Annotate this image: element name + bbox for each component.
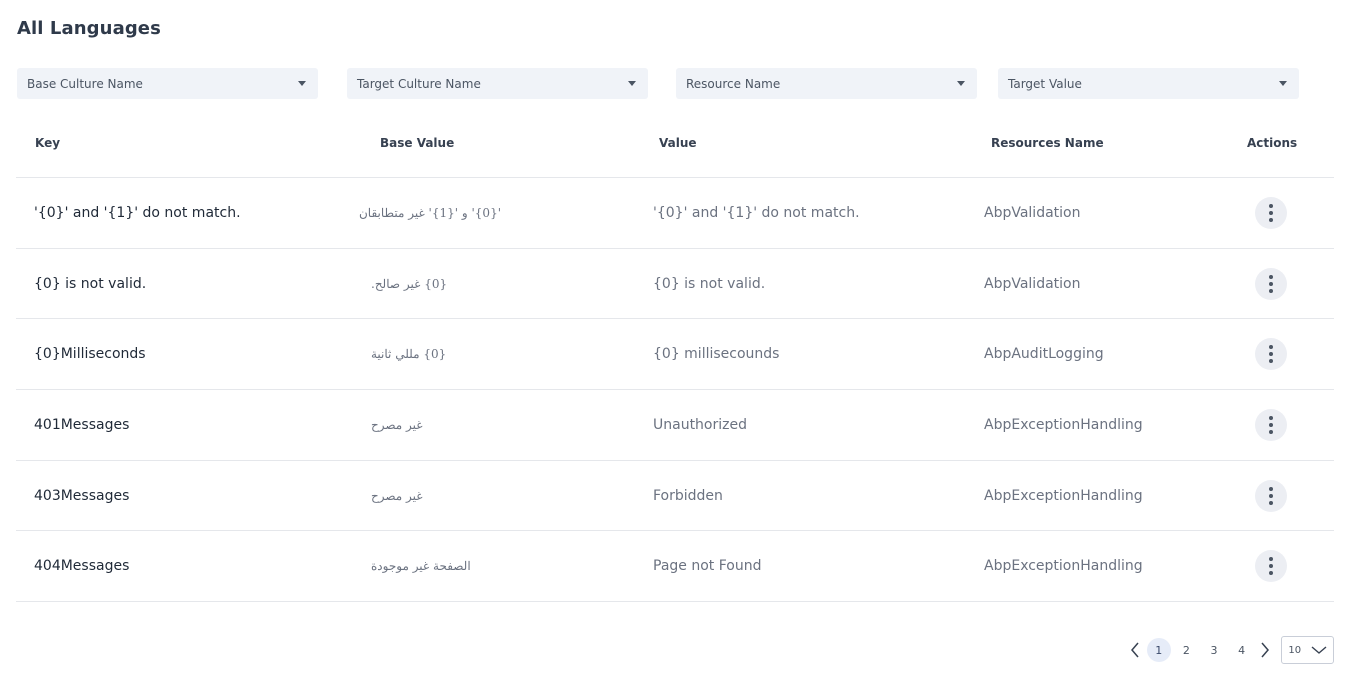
more-vertical-icon (1269, 203, 1273, 222)
pagination: 1 2 3 4 10 (1125, 636, 1335, 664)
cell-base-value: غير مصرح (371, 488, 423, 503)
base-culture-name-placeholder: Base Culture Name (27, 76, 143, 91)
cell-value: Unauthorized (653, 416, 747, 433)
chevron-left-icon (1131, 642, 1139, 658)
chevron-down-icon (1311, 646, 1327, 654)
cell-resource-name: AbpExceptionHandling (984, 416, 1143, 433)
target-culture-name-placeholder: Target Culture Name (357, 76, 481, 91)
cell-base-value: غير مصرح (371, 417, 423, 432)
row-actions-button[interactable] (1255, 479, 1287, 512)
table-row: '{0}' and '{1}' do not match. '{0}' و '{… (16, 178, 1334, 249)
caret-down-icon (957, 81, 965, 86)
cell-value: {0} millisecounds (653, 346, 780, 363)
cell-key: {0}Milliseconds (34, 346, 146, 363)
row-actions-button[interactable] (1255, 550, 1287, 583)
cell-base-value: '{0}' و '{1}' غير متطابقان (358, 205, 501, 220)
row-actions-button[interactable] (1255, 408, 1287, 441)
languages-table: Key Base Value Value Resources Name Acti… (16, 108, 1334, 603)
more-vertical-icon (1269, 415, 1273, 434)
base-culture-name-select[interactable]: Base Culture Name (17, 68, 318, 99)
row-actions-button[interactable] (1255, 267, 1287, 300)
header-key[interactable]: Key (35, 136, 60, 150)
more-vertical-icon (1269, 486, 1273, 505)
page-2-button[interactable]: 2 (1174, 638, 1198, 662)
table-row: {0}Milliseconds {0} مللي ثانية {0} milli… (16, 319, 1334, 391)
cell-base-value: الصفحة غير موجودة (371, 559, 471, 574)
table-row: 401Messages غير مصرح Unauthorized AbpExc… (16, 390, 1334, 461)
header-resources-name[interactable]: Resources Name (991, 136, 1104, 150)
cell-resource-name: AbpValidation (984, 275, 1081, 292)
row-actions-button[interactable] (1255, 338, 1287, 371)
page-size-value: 10 (1288, 644, 1302, 656)
page-title: All Languages (17, 18, 161, 39)
target-culture-name-select[interactable]: Target Culture Name (347, 68, 648, 99)
header-base-value[interactable]: Base Value (380, 136, 454, 150)
prev-page-button[interactable] (1125, 636, 1145, 664)
cell-base-value: {0} غير صالح. (371, 276, 448, 291)
cell-key: 401Messages (34, 416, 130, 433)
page-4-button[interactable]: 4 (1230, 638, 1254, 662)
cell-value: {0} is not valid. (653, 275, 766, 292)
row-actions-button[interactable] (1255, 196, 1287, 229)
header-actions: Actions (1247, 136, 1298, 150)
more-vertical-icon (1269, 345, 1273, 364)
table-header: Key Base Value Value Resources Name Acti… (16, 108, 1334, 178)
cell-base-value: {0} مللي ثانية (371, 347, 447, 362)
table-row: 404Messages الصفحة غير موجودة Page not F… (16, 531, 1334, 603)
cell-key: 404Messages (34, 558, 130, 575)
table-row: 403Messages غير مصرح Forbidden AbpExcept… (16, 461, 1334, 532)
cell-value: '{0}' and '{1}' do not match. (653, 204, 860, 221)
next-page-button[interactable] (1255, 636, 1275, 664)
chevron-right-icon (1261, 642, 1270, 658)
cell-resource-name: AbpExceptionHandling (984, 487, 1143, 504)
resource-name-placeholder: Resource Name (686, 76, 781, 91)
page-size-select[interactable]: 10 (1281, 636, 1335, 664)
filter-bar: Base Culture Name Target Culture Name Re… (17, 68, 1307, 99)
page-1-button[interactable]: 1 (1146, 638, 1171, 662)
more-vertical-icon (1269, 557, 1273, 576)
table-row: {0} is not valid. {0} غير صالح. {0} is n… (16, 249, 1334, 320)
cell-key: 403Messages (34, 487, 130, 504)
cell-resource-name: AbpAuditLogging (984, 346, 1104, 363)
cell-value: Page not Found (653, 558, 762, 575)
cell-value: Forbidden (653, 487, 723, 504)
header-value[interactable]: Value (659, 136, 697, 150)
cell-resource-name: AbpExceptionHandling (984, 558, 1143, 575)
caret-down-icon (628, 81, 636, 86)
resource-name-select[interactable]: Resource Name (676, 68, 977, 99)
target-value-select[interactable]: Target Value (998, 68, 1299, 99)
cell-key: '{0}' and '{1}' do not match. (34, 204, 241, 221)
cell-key: {0} is not valid. (34, 275, 147, 292)
caret-down-icon (298, 81, 306, 86)
more-vertical-icon (1269, 274, 1273, 293)
page-3-button[interactable]: 3 (1202, 638, 1226, 662)
target-value-placeholder: Target Value (1008, 76, 1082, 91)
caret-down-icon (1279, 81, 1287, 86)
cell-resource-name: AbpValidation (984, 204, 1081, 221)
